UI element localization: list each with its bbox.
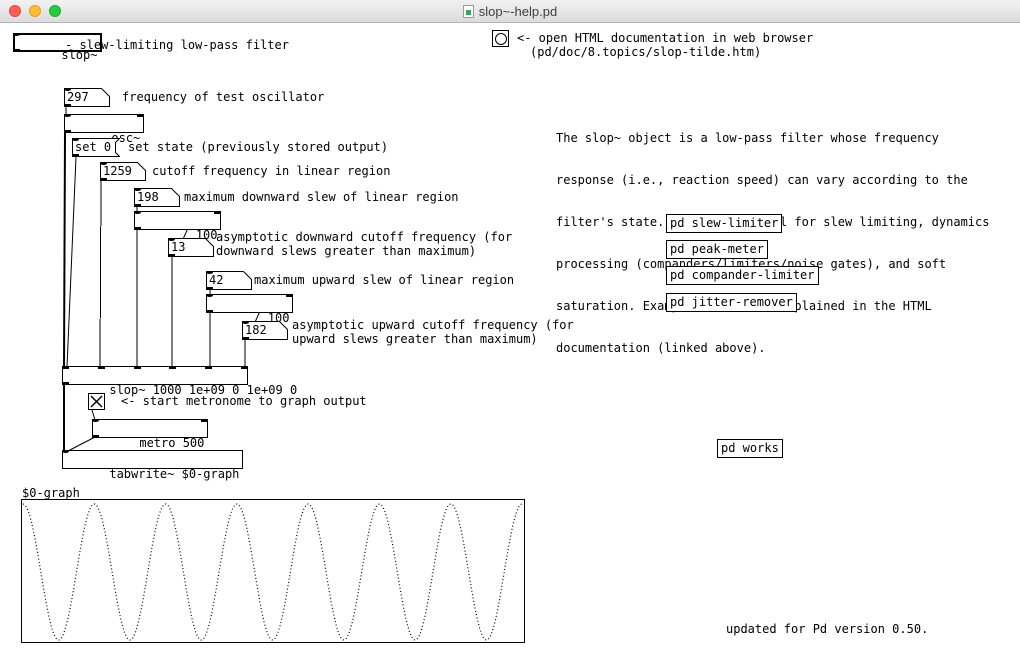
inlet-nub xyxy=(137,114,144,117)
inlet-nub xyxy=(206,271,213,274)
object-box-tabwrite: tabwrite~ $0-graph xyxy=(62,450,243,469)
metronome-toggle[interactable] xyxy=(88,393,105,410)
subpatch-peak-meter[interactable]: pd peak-meter xyxy=(666,240,768,259)
up-asym-comment-line2: upward slews greater than maximum) xyxy=(292,332,538,346)
inlet-nub xyxy=(64,114,71,117)
header-comment: - slew-limiting low-pass filter xyxy=(65,38,289,52)
number-box-up-asym[interactable]: 182 xyxy=(242,321,288,340)
inlet-nub xyxy=(100,162,107,165)
inlet-nub xyxy=(206,294,213,297)
toggle-comment: <- start metronome to graph output xyxy=(121,394,367,408)
title-bar: slop~-help.pd xyxy=(0,0,1020,23)
window-title: slop~-help.pd xyxy=(479,4,557,19)
inlet-nub xyxy=(72,138,79,141)
inlet-nub xyxy=(134,188,141,191)
pd-window: slop~-help.pd slop~ - slew-limiting low-… xyxy=(0,0,1020,664)
open-docs-bang-button[interactable] xyxy=(492,30,509,47)
outlet-nub xyxy=(64,104,71,107)
down-asym-comment-line1: asymptotic downward cutoff frequency (fo… xyxy=(216,230,512,244)
inlet-nub-signal xyxy=(62,450,69,453)
down-slew-comment: maximum downward slew of linear region xyxy=(184,190,459,204)
subpatch-works[interactable]: pd works xyxy=(717,439,783,458)
inlet-nub xyxy=(13,33,20,36)
inlet-nub xyxy=(134,366,141,369)
outlet-nub xyxy=(206,287,213,290)
inlet-nub xyxy=(242,321,249,324)
footer-comment: updated for Pd version 0.50. xyxy=(726,622,928,636)
toggle-x-icon xyxy=(89,394,104,409)
zoom-button[interactable] xyxy=(49,5,61,17)
number-box-cutoff[interactable]: 1259 xyxy=(100,162,146,181)
inlet-nub xyxy=(201,419,208,422)
outlet-nub xyxy=(242,337,249,340)
sine-wave-trace xyxy=(23,501,523,641)
description-comment: The slop~ object is a low-pass filter wh… xyxy=(556,103,989,383)
outlet-nub xyxy=(100,178,107,181)
outlet-nub xyxy=(168,254,175,257)
document-icon xyxy=(463,5,474,18)
inlet-nub xyxy=(205,366,212,369)
object-box-slop-main: slop~ 1000 1e+09 0 1e+09 0 xyxy=(62,366,248,385)
inlet-nub xyxy=(286,294,293,297)
set-state-comment: set state (previously stored output) xyxy=(128,140,388,154)
number-box-up-slew[interactable]: 42 xyxy=(206,271,252,290)
inlet-nub xyxy=(92,419,99,422)
inlet-nub xyxy=(169,366,176,369)
outlet-nub xyxy=(13,49,20,52)
doc-link-comment-line1: <- open HTML documentation in web browse… xyxy=(517,31,813,45)
outlet-nub xyxy=(206,310,213,313)
minimize-button[interactable] xyxy=(29,5,41,17)
outlet-nub xyxy=(134,204,141,207)
inlet-nub-signal xyxy=(62,366,69,369)
bang-circle-icon xyxy=(495,33,507,45)
inlet-nub xyxy=(64,88,71,91)
message-box-set-state[interactable]: set 0 xyxy=(72,138,120,157)
wire-signal xyxy=(64,133,65,367)
object-box-divide-down: / 100 xyxy=(134,211,221,230)
cutoff-comment: cutoff frequency in linear region xyxy=(152,164,390,178)
subpatch-jitter-remover[interactable]: pd jitter-remover xyxy=(666,293,797,312)
inlet-nub xyxy=(241,366,248,369)
wire xyxy=(100,181,101,367)
up-slew-comment: maximum upward slew of linear region xyxy=(254,273,514,287)
inlet-nub xyxy=(168,238,175,241)
inlet-nub xyxy=(134,211,141,214)
close-button[interactable] xyxy=(9,5,21,17)
object-box-divide-up: / 100 xyxy=(206,294,293,313)
waveform-graph xyxy=(21,499,525,643)
inlet-nub xyxy=(98,366,105,369)
frequency-comment: frequency of test oscillator xyxy=(122,90,324,104)
outlet-nub xyxy=(72,154,79,157)
subpatch-slew-limiter[interactable]: pd slew-limiter xyxy=(666,214,782,233)
graph-label: $0-graph xyxy=(22,486,80,500)
patch-canvas: slop~ - slew-limiting low-pass filter <-… xyxy=(0,23,1020,664)
object-box-metro: metro 500 xyxy=(92,419,208,438)
object-box-osc: osc~ xyxy=(64,114,144,133)
outlet-nub xyxy=(134,227,141,230)
down-asym-comment-line2: downward slews greater than maximum) xyxy=(216,244,476,258)
subpatch-compander-limiter[interactable]: pd compander-limiter xyxy=(666,266,819,285)
number-box-down-slew[interactable]: 198 xyxy=(134,188,180,207)
outlet-nub-signal xyxy=(62,382,69,385)
doc-link-comment-line2: (pd/doc/8.topics/slop-tilde.htm) xyxy=(530,45,761,59)
number-box-frequency[interactable]: 297 xyxy=(64,88,110,107)
number-box-down-asym[interactable]: 13 xyxy=(168,238,214,257)
inlet-nub xyxy=(214,211,221,214)
outlet-nub-signal xyxy=(64,130,71,133)
outlet-nub xyxy=(92,435,99,438)
up-asym-comment-line1: asymptotic upward cutoff frequency (for xyxy=(292,318,574,332)
